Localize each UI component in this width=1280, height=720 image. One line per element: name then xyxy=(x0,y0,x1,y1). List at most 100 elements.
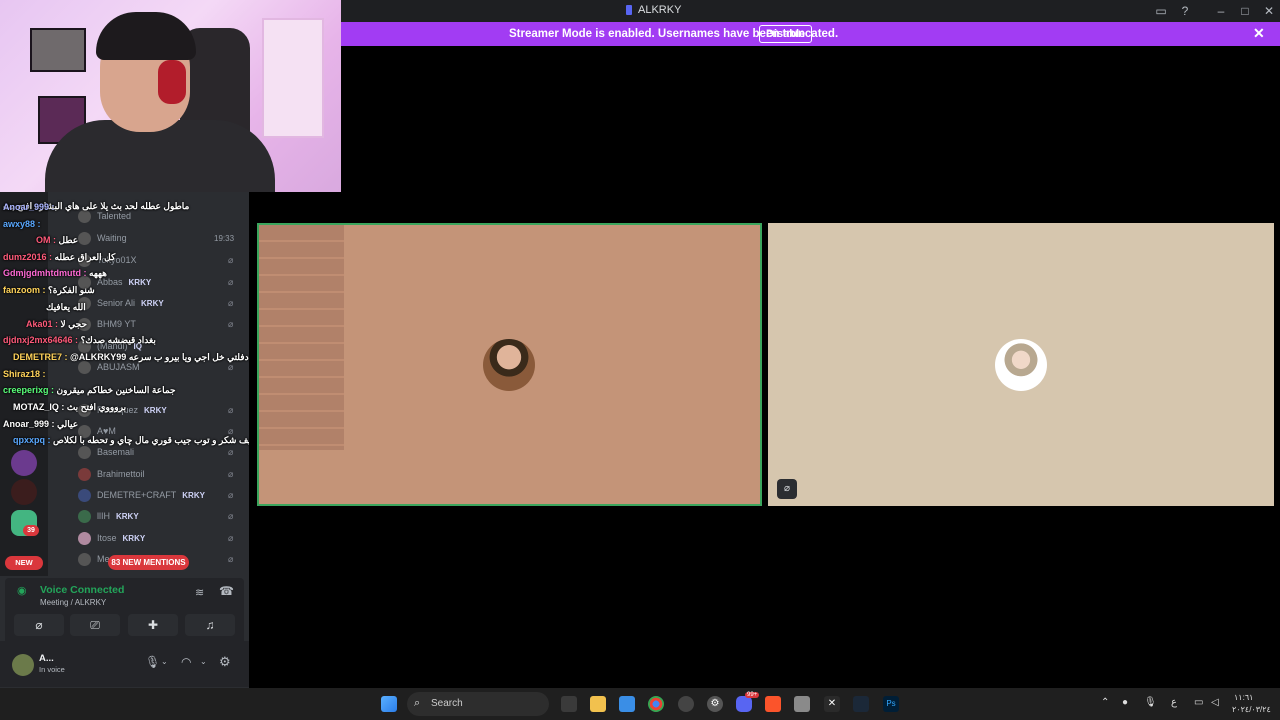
network-icon[interactable]: ▭ xyxy=(1194,697,1203,708)
striped-overlay xyxy=(259,225,344,450)
chat-line: Aka01 : حجي لا xyxy=(26,319,88,329)
member-item[interactable]: DEMETRE+CRAFT KRKY ⌀ xyxy=(78,485,233,505)
muted-icon: ⌀ xyxy=(228,404,234,415)
window-title: ALKRKY xyxy=(626,4,681,16)
user-name[interactable]: A... xyxy=(39,653,54,664)
microphone-icon[interactable]: 🎙 xyxy=(145,655,160,669)
headphones-icon[interactable]: ◠ xyxy=(181,655,191,669)
settings-icon[interactable]: ⚙ xyxy=(707,696,723,712)
server-icon[interactable] xyxy=(11,479,37,505)
avatar xyxy=(78,467,91,481)
member-item[interactable]: llIH KRKY ⌀ xyxy=(78,506,233,526)
muted-icon: ⌀ xyxy=(228,532,234,543)
muted-icon: ⌀ xyxy=(228,553,234,564)
app-logo-icon xyxy=(626,5,632,15)
soundboard-icon[interactable]: ♫ xyxy=(185,614,235,636)
close-icon[interactable]: ✕ xyxy=(1253,25,1265,42)
streamer-mode-banner: Streamer Mode is enabled. Usernames have… xyxy=(341,22,1280,46)
avatar xyxy=(483,339,535,391)
app-icon[interactable] xyxy=(794,696,810,712)
muted-icon: ⌀ xyxy=(228,489,234,500)
camera-off-icon[interactable]: ⌀ xyxy=(14,614,64,636)
avatar xyxy=(995,339,1047,391)
chevron-down-icon[interactable]: ⌄ xyxy=(161,657,168,666)
avatar xyxy=(78,552,91,566)
muted-icon: ⌀ xyxy=(228,318,234,329)
store-icon[interactable] xyxy=(619,696,635,712)
video-tile-speaking[interactable] xyxy=(257,223,762,506)
close-window-button[interactable]: ✕ xyxy=(1261,3,1277,19)
chevron-up-icon[interactable]: ⌃ xyxy=(1101,697,1109,708)
member-item[interactable]: Me ⌀ xyxy=(78,549,233,569)
chevron-down-icon[interactable]: ⌄ xyxy=(200,657,207,666)
disable-button[interactable]: Disable xyxy=(759,25,813,43)
minimize-button[interactable]: – xyxy=(1213,3,1229,19)
search-bar[interactable]: ⌕ Search xyxy=(407,692,549,716)
chat-line: OM : عطل xyxy=(36,235,79,245)
member-item[interactable]: Senior Ali KRKY ⌀ xyxy=(78,293,233,313)
chat-line: Anoar_999 : عيالي xyxy=(3,419,79,429)
muted-icon: ⌀ xyxy=(228,468,234,479)
avatar xyxy=(78,231,91,245)
member-item[interactable]: Brahimettoil ⌀ xyxy=(78,464,233,484)
avatar xyxy=(78,445,91,459)
discord-badge: 99+ xyxy=(745,692,760,698)
screen-share-icon[interactable]: ⎚ xyxy=(70,614,120,636)
member-item[interactable]: Itose KRKY ⌀ xyxy=(78,528,233,548)
server-list: 39 xyxy=(0,192,48,576)
start-icon[interactable] xyxy=(381,696,397,712)
chat-line: creeperixg : جماعة الساخنين خطاكم ميقرون xyxy=(3,385,176,395)
chrome-icon[interactable] xyxy=(648,696,664,712)
chat-line: djdnxj2mx64646 : بغداد قيضشه صدك؟ xyxy=(3,335,156,345)
clock-date[interactable]: ٢٠٢٤/٠٣/٢٤ xyxy=(1232,705,1271,714)
user-status: In voice xyxy=(39,665,65,674)
new-unreads-badge[interactable]: NEW xyxy=(5,556,43,570)
muted-icon: ⌀ xyxy=(228,276,234,287)
server-badge: 39 xyxy=(23,525,39,536)
chat-line: Shiraz18 : xyxy=(3,369,46,379)
app-icon[interactable] xyxy=(678,696,694,712)
chat-line: fanzoom : شنو الفكرة؟ xyxy=(3,285,95,295)
steam-icon[interactable] xyxy=(853,696,869,712)
disconnect-icon[interactable]: ☎ xyxy=(219,584,234,598)
new-mentions-button[interactable]: 83 NEW MENTIONS xyxy=(108,555,189,570)
chat-line: DEMETRE7 : @ALKRKY99 سلاو دفلتي خل اجي و… xyxy=(13,352,249,362)
muted-icon: ⌀ xyxy=(228,254,234,265)
chat-line: MOTAZ_IQ : بروووي افتح بث xyxy=(13,402,127,412)
clock-time[interactable]: ١١:٦١ xyxy=(1234,693,1253,702)
search-icon: ⌕ xyxy=(414,697,421,709)
noise-suppression-icon[interactable]: ≋ xyxy=(195,586,204,599)
chat-line: awxy88 : xyxy=(3,219,41,229)
tray-app-icon[interactable]: ● xyxy=(1122,697,1128,708)
file-explorer-icon[interactable] xyxy=(590,696,606,712)
chat-line: qpxxpq : هوه ضيف شكر و توب جيب قوري مال … xyxy=(13,435,249,445)
chat-line: Gdmjgdmhtdmutd : هههه xyxy=(3,268,107,278)
task-view-icon[interactable] xyxy=(561,696,577,712)
avatar xyxy=(78,531,91,545)
maximize-button[interactable]: □ xyxy=(1237,3,1253,19)
signal-icon[interactable]: ◉ xyxy=(17,584,27,597)
capcut-icon[interactable]: ✕ xyxy=(824,696,840,712)
brave-icon[interactable] xyxy=(765,696,781,712)
avatar xyxy=(78,509,91,523)
muted-icon: ⌀ xyxy=(228,446,234,457)
video-tile[interactable]: ⌀ xyxy=(768,223,1274,506)
inbox-icon[interactable]: ▭ xyxy=(1153,3,1169,19)
muted-icon[interactable]: ⌀ xyxy=(777,479,797,499)
chat-line: الله يعافيك xyxy=(46,302,86,312)
activities-icon[interactable]: ✚ xyxy=(128,614,178,636)
volume-icon[interactable]: ◁ xyxy=(1211,697,1219,708)
avatar[interactable] xyxy=(12,654,34,676)
settings-icon[interactable]: ⚙ xyxy=(219,654,231,670)
microphone-icon[interactable]: 🎙 xyxy=(1144,697,1157,708)
language-indicator[interactable]: ع xyxy=(1171,697,1177,708)
discord-icon[interactable] xyxy=(736,696,752,712)
server-icon[interactable] xyxy=(11,450,37,476)
photoshop-icon[interactable]: Ps xyxy=(883,696,899,712)
voice-channel[interactable]: Meeting / ALKRKY xyxy=(40,598,106,607)
member-item[interactable]: Waiting 19:33 xyxy=(78,228,234,248)
voice-status: Voice Connected xyxy=(40,584,125,596)
help-icon[interactable]: ? xyxy=(1177,3,1193,19)
chat-line: Anoar_999 : xyxy=(3,202,55,212)
muted-icon: ⌀ xyxy=(228,510,234,521)
